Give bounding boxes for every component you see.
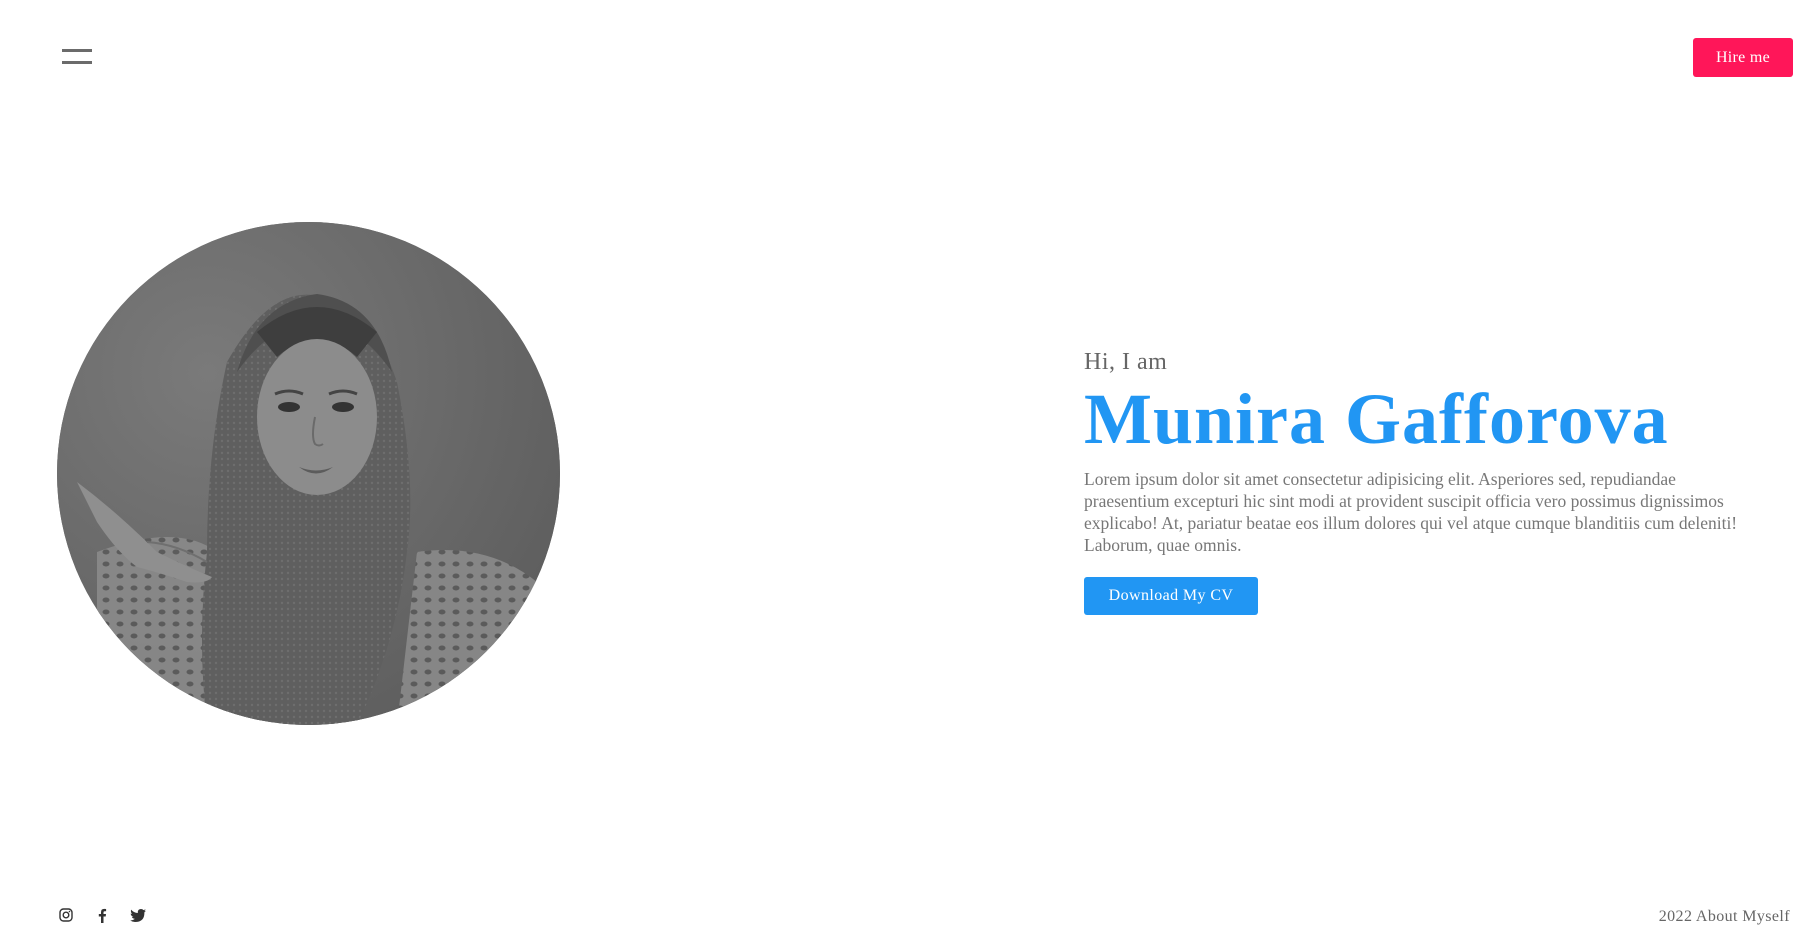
page: Hire me Hi, I am Munira Gafforova Lorem … — [0, 0, 1812, 933]
profile-photo — [57, 222, 560, 725]
bio-paragraph: Lorem ipsum dolor sit amet consectetur a… — [1084, 469, 1738, 555]
social-links — [58, 907, 146, 923]
greeting-text: Hi, I am — [1084, 349, 1168, 375]
menu-bar-bottom — [62, 61, 92, 64]
hero-section: Hi, I am Munira Gafforova Lorem ipsum do… — [1084, 344, 1764, 615]
instagram-icon[interactable] — [58, 907, 74, 923]
hero-name: Munira Gafforova — [1084, 379, 1669, 459]
copyright-text: 2022 About Myself — [1658, 908, 1790, 925]
twitter-icon[interactable] — [130, 907, 146, 923]
hire-me-button[interactable]: Hire me — [1693, 38, 1793, 77]
facebook-icon[interactable] — [94, 907, 110, 923]
menu-bar-top — [62, 49, 92, 52]
hamburger-menu-icon[interactable] — [58, 46, 94, 70]
download-cv-button[interactable]: Download My CV — [1084, 577, 1258, 615]
